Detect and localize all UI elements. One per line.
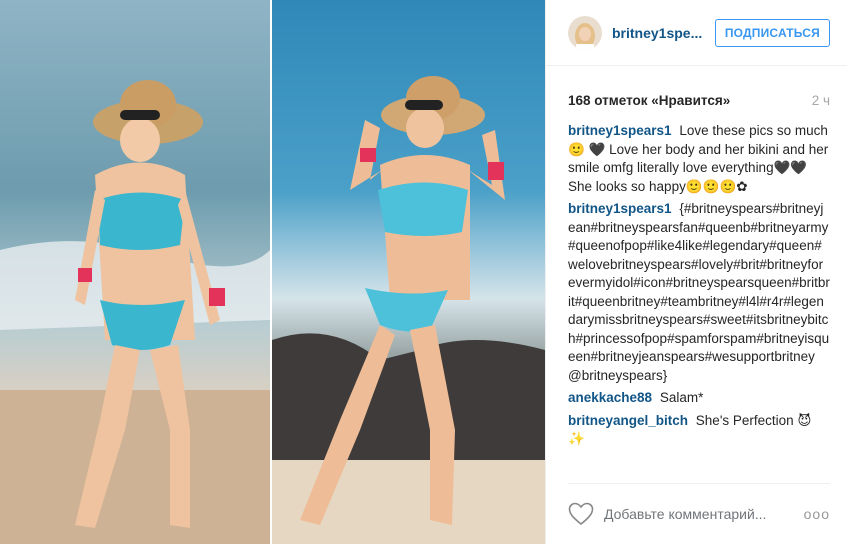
heart-outline-icon[interactable] [568,502,594,526]
comment-item: britney1spears1 Love these pics so much🙂… [568,122,830,196]
username-link[interactable]: britney1spe... [612,25,715,41]
likes-count[interactable]: 168 отметок «Нравится» [568,93,730,108]
comment-bar: Добавьте комментарий... ooo [568,483,830,544]
post-photo[interactable] [0,0,545,544]
comment-text: {#britneyspears#britneyjean#britneyspear… [568,201,830,383]
more-options-icon[interactable]: ooo [804,506,830,522]
comment-author[interactable]: britney1spears1 [568,123,672,138]
comment-item: britney1spears1 {#britneyspears#britneyj… [568,200,830,385]
post-time[interactable]: 2 ч [812,93,830,108]
left-photo [0,0,270,544]
post-header: britney1spe... ПОДПИСАТЬСЯ [546,0,847,66]
avatar[interactable] [568,15,602,50]
comment-item: britneyangel_bitch She's Perfection 😈 ✨ [568,412,830,449]
post-sidebar: britney1spe... ПОДПИСАТЬСЯ 168 отметок «… [545,0,847,544]
comment-author[interactable]: britneyangel_bitch [568,413,688,428]
add-comment-input[interactable]: Добавьте комментарий... [604,506,804,522]
follow-button[interactable]: ПОДПИСАТЬСЯ [714,18,830,47]
comments-list: britney1spears1 Love these pics so much🙂… [546,114,847,449]
comment-item: anekkache88 Salam* [568,389,830,408]
comment-author[interactable]: britney1spears1 [568,201,672,216]
right-photo [272,0,545,544]
comment-author[interactable]: anekkache88 [568,390,652,405]
comment-text: Salam* [659,390,704,405]
post-meta: 168 отметок «Нравится» 2 ч [546,66,847,114]
